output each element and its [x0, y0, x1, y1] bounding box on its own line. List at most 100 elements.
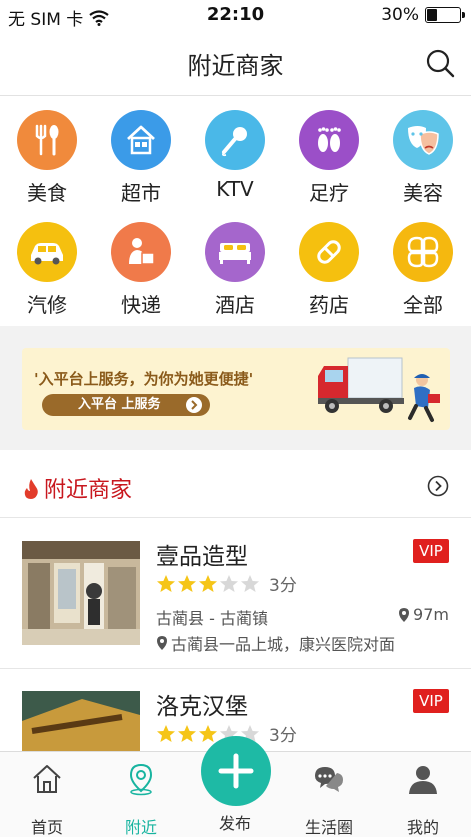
- grid-flower-icon: [407, 236, 439, 268]
- nav-bar: 附近商家: [0, 30, 471, 96]
- pill-icon: [317, 240, 341, 264]
- delivery-truck-illustration: [318, 357, 440, 422]
- category-car-repair[interactable]: 汽修: [0, 222, 94, 318]
- home-icon: [33, 765, 61, 793]
- battery-fill: [427, 9, 438, 21]
- category-icon-circle: [17, 110, 77, 170]
- category-icon-circle: [205, 110, 265, 170]
- page-title: 附近商家: [187, 52, 284, 80]
- tab-life-circle[interactable]: 生活圈: [282, 762, 376, 837]
- tab-label: 附近: [124, 818, 157, 837]
- category-label: 美容: [403, 181, 443, 205]
- star-filled-icon: [199, 574, 217, 592]
- category-all[interactable]: 全部: [376, 222, 470, 318]
- category-ktv[interactable]: KTV: [188, 110, 282, 201]
- banner-slogan: '入平台上服务，为你为她更便捷': [34, 370, 254, 388]
- shop-house-icon: [127, 125, 155, 155]
- category-foot-massage[interactable]: 足疗: [282, 110, 376, 206]
- tab-nearby[interactable]: 附近: [94, 762, 188, 837]
- distance-value: 97m: [413, 605, 449, 624]
- category-icon-circle: [17, 222, 77, 282]
- footprints-icon: [318, 127, 341, 152]
- category-label: 全部: [403, 293, 443, 317]
- fire-icon: [24, 479, 38, 499]
- chat-bubbles-icon: [315, 767, 343, 792]
- tab-label: 发布: [218, 814, 251, 833]
- plus-icon: [218, 753, 254, 789]
- fork-spoon-icon: [35, 124, 59, 156]
- microphone-icon: [221, 127, 247, 157]
- location-pin-icon: [399, 607, 410, 622]
- category-supermarket[interactable]: 超市: [94, 110, 188, 206]
- banner-button[interactable]: 入平台 上服务: [42, 394, 210, 416]
- shop-photo: [22, 691, 140, 751]
- category-hotel[interactable]: 酒店: [188, 222, 282, 318]
- tab-home[interactable]: 首页: [0, 762, 94, 837]
- status-right: 30%: [381, 5, 465, 25]
- category-icon-circle: [111, 222, 171, 282]
- search-icon[interactable]: [425, 48, 455, 78]
- car-icon: [31, 243, 63, 265]
- shop-name: 洛克汉堡: [156, 694, 248, 720]
- shop-name: 壹品造型: [156, 544, 248, 570]
- shop-photo: [22, 541, 140, 645]
- chevron-right-circle-icon[interactable]: [427, 475, 449, 497]
- user-icon: [409, 766, 437, 794]
- category-icon-circle: [393, 110, 453, 170]
- shop-area: 古蔺县 - 古蔺镇: [156, 609, 268, 628]
- star-filled-icon: [199, 724, 217, 742]
- category-label: 快递: [121, 293, 161, 317]
- star-filled-icon: [178, 574, 196, 592]
- publish-button[interactable]: [201, 736, 271, 806]
- bed-icon: [219, 243, 251, 264]
- arrow-right-icon: [186, 397, 202, 413]
- vip-badge: VIP: [413, 689, 449, 713]
- courier-icon: [129, 238, 155, 265]
- star-empty-icon: [220, 574, 238, 592]
- category-label: 酒店: [215, 293, 255, 317]
- rating-score: 3分: [269, 576, 297, 596]
- category-label: 美食: [27, 181, 67, 205]
- category-label: 药店: [309, 293, 349, 317]
- category-icon-circle: [205, 222, 265, 282]
- star-filled-icon: [157, 574, 175, 592]
- category-grid: 美食 超市 KTV 足疗 美容 汽修 快递 酒店 药店 全部: [0, 104, 471, 324]
- category-icon-circle: [393, 222, 453, 282]
- location-pin-icon: [157, 636, 167, 650]
- star-empty-icon: [241, 574, 259, 592]
- category-icon-circle: [299, 222, 359, 282]
- battery-percent: 30%: [381, 5, 419, 25]
- category-label: KTV: [216, 177, 254, 201]
- promo-banner[interactable]: '入平台上服务，为你为她更便捷' 入平台 上服务: [22, 348, 450, 430]
- category-pharmacy[interactable]: 药店: [282, 222, 376, 318]
- category-express[interactable]: 快递: [94, 222, 188, 318]
- tab-label: 首页: [30, 818, 63, 837]
- star-filled-icon: [178, 724, 196, 742]
- shop-list-item[interactable]: 壹品造型 VIP 3分 古蔺县 - 古蔺镇 97m 古蔺县一品上城，康兴医院对面: [0, 519, 471, 669]
- shop-address: 古蔺县一品上城，康兴医院对面: [156, 631, 395, 655]
- banner-button-label: 入平台 上服务: [78, 397, 161, 412]
- category-icon-circle: [299, 110, 359, 170]
- shop-distance: 97m: [398, 605, 449, 624]
- tab-label: 生活圈: [304, 818, 353, 837]
- category-icon-circle: [111, 110, 171, 170]
- location-pin-icon: [129, 763, 153, 796]
- star-row: [156, 574, 260, 594]
- category-label: 足疗: [309, 181, 349, 205]
- address-text: 古蔺县一品上城，康兴医院对面: [171, 635, 396, 654]
- status-bar: 无 SIM 卡 22:10 30%: [0, 0, 471, 30]
- category-label: 汽修: [27, 293, 67, 317]
- star-filled-icon: [157, 724, 175, 742]
- category-food[interactable]: 美食: [0, 110, 94, 206]
- category-beauty[interactable]: 美容: [376, 110, 470, 206]
- tab-mine[interactable]: 我的: [376, 762, 470, 837]
- section-title: 附近商家: [44, 478, 133, 503]
- vip-badge: VIP: [413, 539, 449, 563]
- category-label: 超市: [121, 181, 161, 205]
- masks-icon: [408, 126, 439, 155]
- rating-score: 3分: [269, 726, 297, 746]
- section-header[interactable]: 附近商家: [0, 458, 471, 518]
- tab-label: 我的: [406, 818, 439, 837]
- battery-icon: [425, 7, 465, 23]
- rating-stars: 3分: [156, 571, 297, 596]
